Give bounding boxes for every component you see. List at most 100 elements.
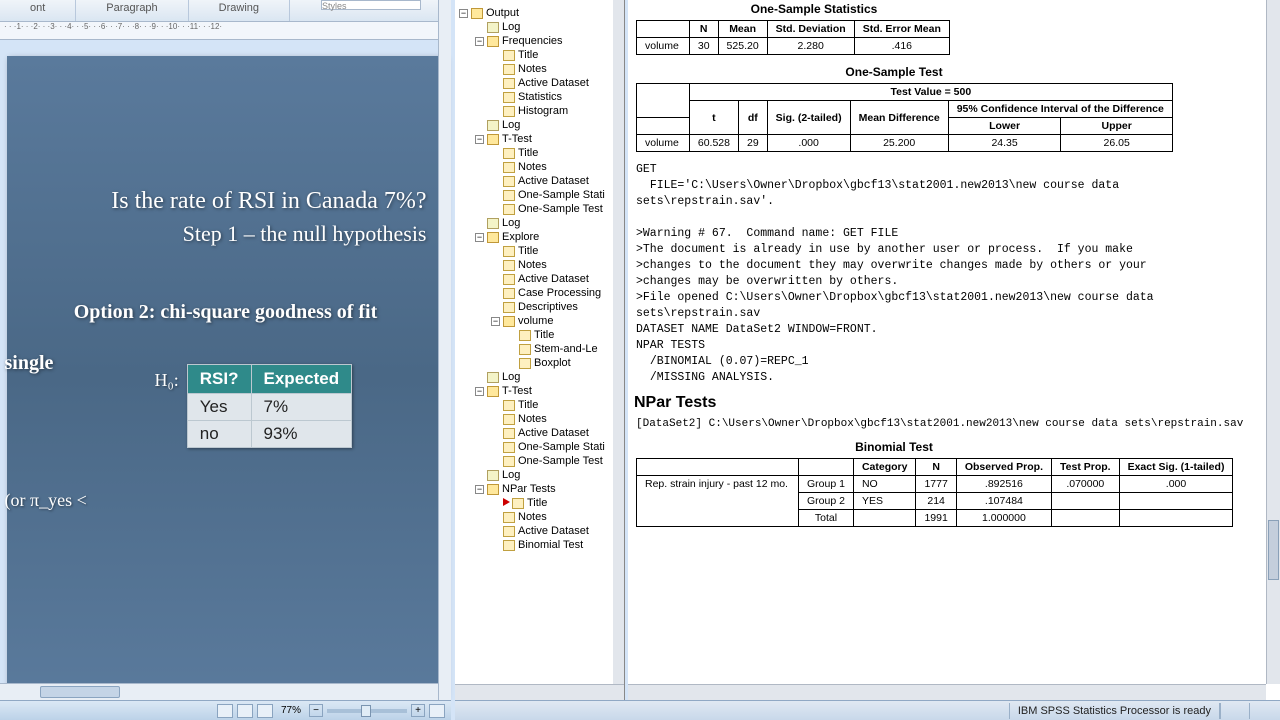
output-content[interactable]: One-Sample Statistics N Mean Std. Deviat…: [628, 0, 1266, 684]
tree-item-title[interactable]: Title: [459, 48, 622, 62]
output-vertical-scrollbar[interactable]: [1266, 0, 1280, 684]
tree-item-notes[interactable]: Notes: [459, 412, 622, 426]
col-header: Std. Error Mean: [854, 21, 949, 38]
doc-icon: [512, 498, 524, 509]
document-area[interactable]: Is the rate of RSI in Canada 7%? Step 1 …: [0, 40, 451, 712]
collapse-toggle-icon[interactable]: −: [459, 9, 468, 18]
tree-item-notes[interactable]: Notes: [459, 62, 622, 76]
tree-item-log[interactable]: Log: [459, 468, 622, 482]
tree-item-case-processing[interactable]: Case Processing: [459, 286, 622, 300]
expected-table-header: Expected: [251, 365, 352, 394]
tree-item-notes[interactable]: Notes: [459, 258, 622, 272]
tree-item-label: Notes: [518, 62, 547, 76]
col-header: [637, 118, 690, 135]
one-sample-statistics-table[interactable]: N Mean Std. Deviation Std. Error Mean vo…: [636, 20, 950, 55]
tree-item-stem-and-le[interactable]: Stem-and-Le: [459, 342, 622, 356]
doc-icon: [503, 176, 515, 187]
tree-item-title[interactable]: Title: [459, 398, 622, 412]
tree-item-label: Boxplot: [534, 356, 571, 370]
col-header: Observed Prop.: [956, 459, 1051, 476]
collapse-toggle-icon[interactable]: −: [475, 37, 484, 46]
tree-item-one-sample-stati[interactable]: One-Sample Stati: [459, 440, 622, 454]
table-cell: 26.05: [1061, 135, 1172, 152]
tree-item-label: Log: [502, 216, 520, 230]
collapse-toggle-icon[interactable]: −: [475, 135, 484, 144]
tree-item-t-test[interactable]: −T-Test: [459, 132, 622, 146]
tree-item-histogram[interactable]: Histogram: [459, 104, 622, 118]
view-reading-icon[interactable]: [237, 704, 253, 718]
output-viewer: One-Sample Statistics N Mean Std. Deviat…: [628, 0, 1280, 700]
styles-dropdown[interactable]: Styles: [321, 0, 421, 10]
tree-item-notes[interactable]: Notes: [459, 510, 622, 524]
tree-item-t-test[interactable]: −T-Test: [459, 384, 622, 398]
tree-item-title[interactable]: Title: [459, 244, 622, 258]
collapse-toggle-icon[interactable]: −: [491, 317, 500, 326]
zoom-in-button[interactable]: +: [411, 704, 425, 717]
fit-window-icon[interactable]: [429, 704, 445, 718]
tree-item-binomial-test[interactable]: Binomial Test: [459, 538, 622, 552]
tree-item-boxplot[interactable]: Boxplot: [459, 356, 622, 370]
tree-item-one-sample-stati[interactable]: One-Sample Stati: [459, 188, 622, 202]
view-print-layout-icon[interactable]: [217, 704, 233, 718]
zoom-level[interactable]: 77%: [277, 705, 305, 716]
tree-item-npar-tests[interactable]: −NPar Tests: [459, 482, 622, 496]
tree-item-label: Histogram: [518, 104, 568, 118]
tree-item-log[interactable]: Log: [459, 370, 622, 384]
tree-item-frequencies[interactable]: −Frequencies: [459, 34, 622, 48]
collapse-toggle-icon[interactable]: −: [475, 233, 484, 242]
one-sample-test-table[interactable]: Test Value = 500 t df Sig. (2-tailed) Me…: [636, 83, 1173, 152]
doc-icon: [503, 428, 515, 439]
npar-tests-heading[interactable]: NPar Tests: [636, 394, 1260, 412]
view-web-icon[interactable]: [257, 704, 273, 718]
navigator-hscroll[interactable]: [455, 684, 624, 700]
doc-icon: [503, 400, 515, 411]
table-cell: [853, 510, 916, 527]
tree-item-label: One-Sample Test: [518, 454, 603, 468]
tree-item-label: Notes: [518, 412, 547, 426]
collapse-toggle-icon[interactable]: −: [475, 485, 484, 494]
tree-item-statistics[interactable]: Statistics: [459, 90, 622, 104]
doc-icon: [503, 512, 515, 523]
binomial-test-table[interactable]: Category N Observed Prop. Test Prop. Exa…: [636, 458, 1233, 527]
vertical-scrollbar[interactable]: [438, 0, 451, 700]
tree-item-active-dataset[interactable]: Active Dataset: [459, 76, 622, 90]
tree-item-active-dataset[interactable]: Active Dataset: [459, 426, 622, 440]
table-cell: 525.20: [718, 38, 767, 55]
tree-item-label: Title: [518, 398, 538, 412]
zoom-out-button[interactable]: −: [309, 704, 323, 717]
horizontal-scrollbar[interactable]: [0, 683, 451, 700]
tree-item-active-dataset[interactable]: Active Dataset: [459, 524, 622, 538]
tree-item-title[interactable]: Title: [459, 328, 622, 342]
table-title: One-Sample Test: [754, 65, 1034, 79]
navigator-vscroll[interactable]: [613, 0, 624, 684]
folder-icon: [471, 8, 483, 19]
tree-item-explore[interactable]: −Explore: [459, 230, 622, 244]
tree-item-one-sample-test[interactable]: One-Sample Test: [459, 202, 622, 216]
syntax-log[interactable]: GET FILE='C:\Users\Owner\Dropbox\gbcf13\…: [636, 162, 1258, 386]
tree-item-one-sample-test[interactable]: One-Sample Test: [459, 454, 622, 468]
tree-item-label: Title: [518, 48, 538, 62]
output-horizontal-scrollbar[interactable]: [628, 684, 1266, 700]
tree-item-volume[interactable]: −volume: [459, 314, 622, 328]
tree-item-label: Title: [527, 496, 547, 510]
tree-item-output[interactable]: −Output: [459, 6, 622, 20]
navigator-tree[interactable]: −OutputLog−FrequenciesTitleNotesActive D…: [455, 0, 624, 558]
tree-item-title[interactable]: Title: [459, 146, 622, 160]
tree-item-log[interactable]: Log: [459, 118, 622, 132]
scrollbar-thumb[interactable]: [1268, 520, 1279, 580]
table-cell: 25.200: [850, 135, 948, 152]
tree-item-label: Log: [502, 468, 520, 482]
tree-item-label: Active Dataset: [518, 76, 589, 90]
tree-item-log[interactable]: Log: [459, 216, 622, 230]
collapse-toggle-icon[interactable]: −: [475, 387, 484, 396]
tree-item-log[interactable]: Log: [459, 20, 622, 34]
tree-item-notes[interactable]: Notes: [459, 160, 622, 174]
tree-item-title[interactable]: Title: [459, 496, 622, 510]
zoom-slider[interactable]: [327, 709, 407, 713]
horizontal-ruler[interactable]: · · ·1· · ·2· · ·3· · ·4· · ·5· · ·6· · …: [0, 22, 451, 40]
tree-item-descriptives[interactable]: Descriptives: [459, 300, 622, 314]
tree-item-active-dataset[interactable]: Active Dataset: [459, 174, 622, 188]
ribbon-group-paragraph: Paragraph: [76, 0, 188, 21]
tree-item-label: Log: [502, 20, 520, 34]
tree-item-active-dataset[interactable]: Active Dataset: [459, 272, 622, 286]
